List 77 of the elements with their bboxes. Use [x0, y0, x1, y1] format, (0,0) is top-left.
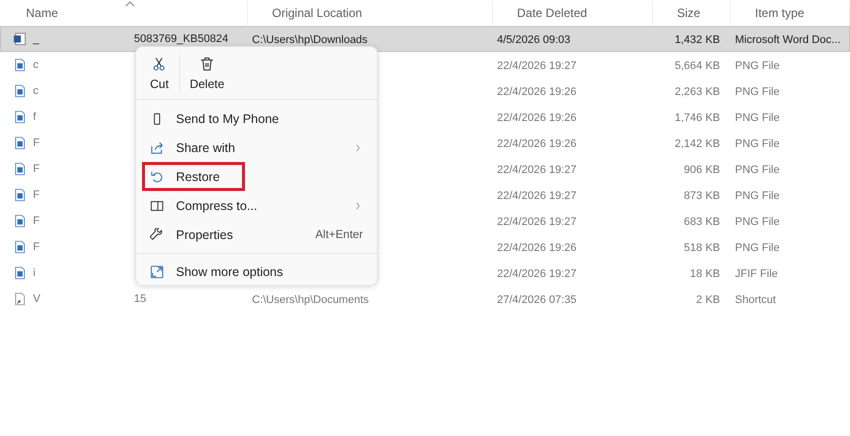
image-file-icon	[13, 110, 27, 124]
menu-item[interactable]: Send to My Phone	[140, 104, 373, 133]
image-file-icon	[13, 214, 27, 228]
date-text: 22/4/2026 19:26	[497, 138, 577, 150]
file-name: f	[33, 111, 36, 123]
size-text: 2,263 KB	[674, 86, 720, 98]
menu-item[interactable]: Properties Alt+Enter	[140, 220, 373, 249]
scissors-icon	[151, 56, 168, 72]
menu-action[interactable]: Cut	[140, 54, 179, 92]
expand-icon	[150, 264, 164, 278]
share-icon	[150, 140, 164, 154]
type-text: PNG File	[735, 112, 780, 124]
image-file-icon	[13, 162, 27, 176]
type-text: PNG File	[735, 60, 780, 72]
type-text: JFIF File	[735, 268, 778, 280]
menu-item[interactable]: Share with	[140, 133, 373, 162]
size-text: 906 KB	[684, 164, 720, 176]
size-text: 18 KB	[690, 268, 720, 280]
undo-icon	[150, 170, 164, 184]
shortcut-file-icon	[13, 292, 27, 306]
date-text: 22/4/2026 19:27	[497, 190, 577, 202]
date-text: 22/4/2026 19:26	[497, 112, 577, 124]
date-text: 22/4/2026 19:27	[497, 164, 577, 176]
file-name: F	[33, 189, 40, 201]
type-text: PNG File	[735, 190, 780, 202]
image-file-icon	[13, 84, 27, 98]
file-name: F	[33, 163, 40, 175]
selected-row[interactable]: _ 5083769_KB50824 C:\Users\hp\Downloads 4/5/2026 09:03 1,432 KB Microsoft Word Doc...	[0, 26, 850, 52]
size-text: 873 KB	[684, 190, 720, 202]
date-text: 22/4/2026 19:26	[497, 86, 577, 98]
size-text: 2 KB	[696, 294, 720, 306]
type-text: PNG File	[735, 164, 780, 176]
size-text: 5,664 KB	[674, 60, 720, 72]
image-file-icon	[13, 266, 27, 280]
size-text: 2,142 KB	[674, 138, 720, 150]
type-text: Shortcut	[735, 294, 776, 306]
date-text: 22/4/2026 19:27	[497, 60, 577, 72]
image-file-icon	[13, 240, 27, 254]
file-name: _	[33, 33, 40, 45]
date-text: 22/4/2026 19:26	[497, 242, 577, 254]
size-text: 1,746 KB	[674, 112, 720, 124]
sort-icon	[124, 0, 134, 6]
file-name: F	[33, 241, 40, 253]
type-text: Microsoft Word Doc...	[735, 34, 841, 46]
type-text: PNG File	[735, 242, 780, 254]
image-file-icon	[13, 58, 27, 72]
image-file-icon	[13, 136, 27, 150]
size-text: 1,432 KB	[674, 34, 720, 46]
file-name: F	[33, 137, 40, 149]
size-text: 518 KB	[684, 242, 720, 254]
shortcut-text: Alt+Enter	[315, 228, 363, 240]
type-text: PNG File	[735, 86, 780, 98]
archive-icon	[150, 198, 164, 212]
menu-item[interactable]: Show more options	[140, 257, 373, 286]
type-text: PNG File	[735, 138, 780, 150]
date-text: 27/4/2026 07:35	[497, 294, 577, 306]
wrench-icon	[150, 228, 164, 242]
file-name: F	[33, 215, 40, 227]
menu-item[interactable]: Restore	[140, 162, 373, 191]
file-name: V	[33, 293, 40, 305]
date-text: 22/4/2026 19:27	[497, 216, 577, 228]
type-text: PNG File	[735, 216, 780, 228]
menu-item[interactable]: Compress to...	[140, 191, 373, 220]
menu-action[interactable]: Delete	[178, 54, 234, 92]
date-text: 4/5/2026 09:03	[497, 34, 570, 46]
file-name: c	[33, 59, 38, 71]
document-icon	[13, 32, 27, 46]
trash-icon	[199, 56, 216, 72]
location-text: C:\Users\hp\Downloads	[252, 34, 368, 46]
file-name: 15	[134, 293, 146, 305]
image-file-icon	[13, 188, 27, 202]
file-name: c	[33, 85, 38, 97]
date-text: 22/4/2026 19:27	[497, 268, 577, 280]
size-text: 683 KB	[684, 216, 720, 228]
location-text: C:\Users\hp\Documents	[252, 294, 369, 306]
file-name: 5083769_KB50824	[134, 33, 228, 45]
file-name: i	[33, 267, 36, 279]
